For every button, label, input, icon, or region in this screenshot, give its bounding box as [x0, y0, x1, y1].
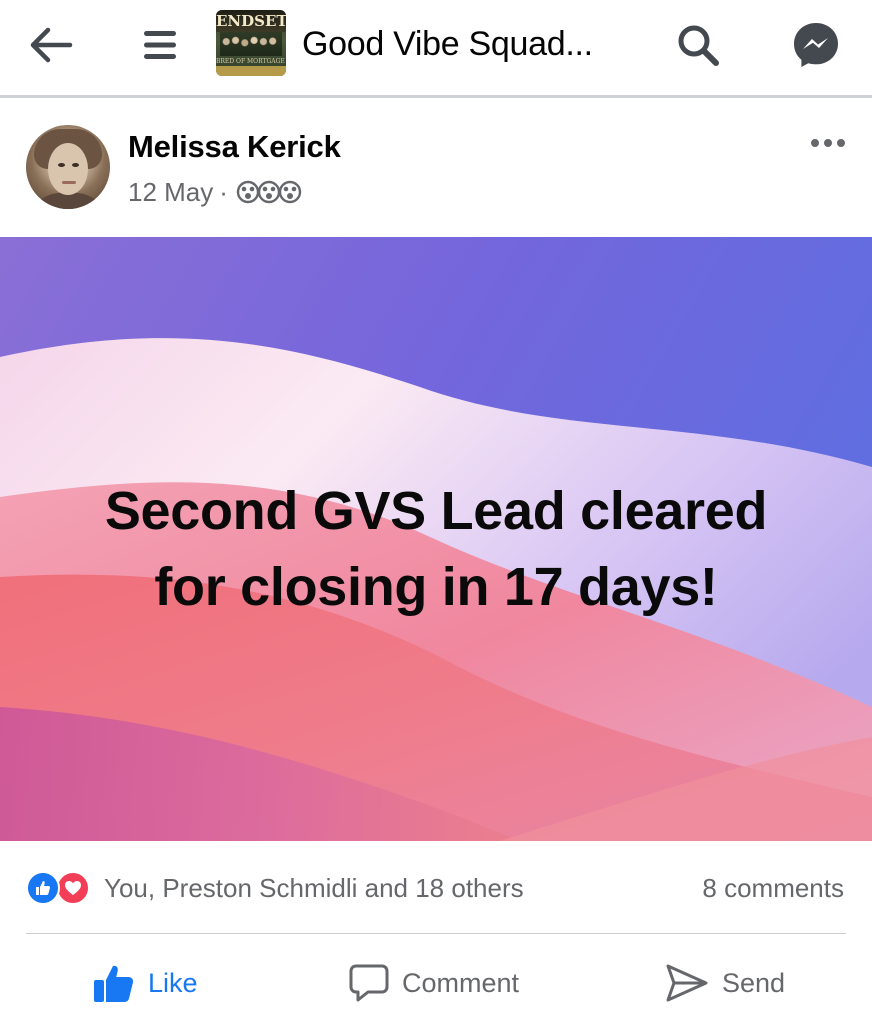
- author-name[interactable]: Melissa Kerick: [128, 129, 341, 165]
- post-text-line-1: Second GVS Lead cleared: [104, 481, 768, 541]
- post-options-button[interactable]: [804, 127, 852, 159]
- reactions-summary: You, Preston Schmidli and 18 others 8 co…: [0, 841, 872, 935]
- post-background-image[interactable]: Second GVS Lead cleared for closing in 1…: [0, 237, 872, 841]
- group-top-bar: ENDSETT BRED OF MORTGAGE ADVI Good Vibe …: [0, 0, 872, 98]
- meta-separator: ·: [219, 176, 228, 207]
- avatar[interactable]: [26, 125, 110, 209]
- search-icon: [678, 25, 719, 66]
- reactors-text[interactable]: You, Preston Schmidli and 18 others: [104, 871, 524, 905]
- send-icon: [664, 962, 710, 1004]
- comment-icon: [348, 962, 390, 1004]
- search-button[interactable]: [670, 18, 726, 72]
- post-header: Melissa Kerick 12 May ·: [0, 101, 872, 237]
- love-reaction-icon: [56, 871, 90, 905]
- hamburger-menu-icon: [144, 31, 176, 59]
- like-button[interactable]: Like: [92, 958, 198, 1008]
- more-horizontal-icon: [811, 139, 845, 147]
- thumbs-up-icon: [92, 962, 136, 1004]
- comment-label: Comment: [402, 967, 520, 998]
- post-date[interactable]: 12 May: [128, 177, 213, 208]
- like-reaction-icon: [26, 871, 60, 905]
- post-meta: 12 May ·: [128, 175, 302, 209]
- post-action-bar: Like Comment Send: [0, 934, 872, 1024]
- group-title[interactable]: Good Vibe Squad...: [302, 22, 593, 66]
- send-button[interactable]: Send: [664, 958, 785, 1008]
- group-thumbnail-headline: ENDSETT: [216, 12, 286, 30]
- group-thumbnail-photo: [220, 32, 282, 56]
- group-thumbnail[interactable]: ENDSETT BRED OF MORTGAGE ADVI: [216, 10, 286, 76]
- back-button[interactable]: [22, 20, 78, 70]
- post-text-line-2: for closing in 17 days!: [154, 557, 718, 617]
- menu-button[interactable]: [132, 20, 188, 70]
- reaction-icons[interactable]: [26, 871, 98, 907]
- post-text: Second GVS Lead cleared for closing in 1…: [40, 473, 832, 625]
- send-label: Send: [722, 967, 786, 998]
- members-icon: [236, 177, 302, 207]
- like-label: Like: [148, 967, 198, 998]
- back-arrow-icon: [30, 27, 73, 63]
- messenger-button[interactable]: [788, 18, 844, 72]
- group-thumbnail-caption: BRED OF MORTGAGE ADVI: [216, 58, 286, 65]
- comments-count[interactable]: 8 comments: [702, 871, 844, 905]
- messenger-icon: [794, 23, 838, 67]
- comment-button[interactable]: Comment: [348, 958, 519, 1008]
